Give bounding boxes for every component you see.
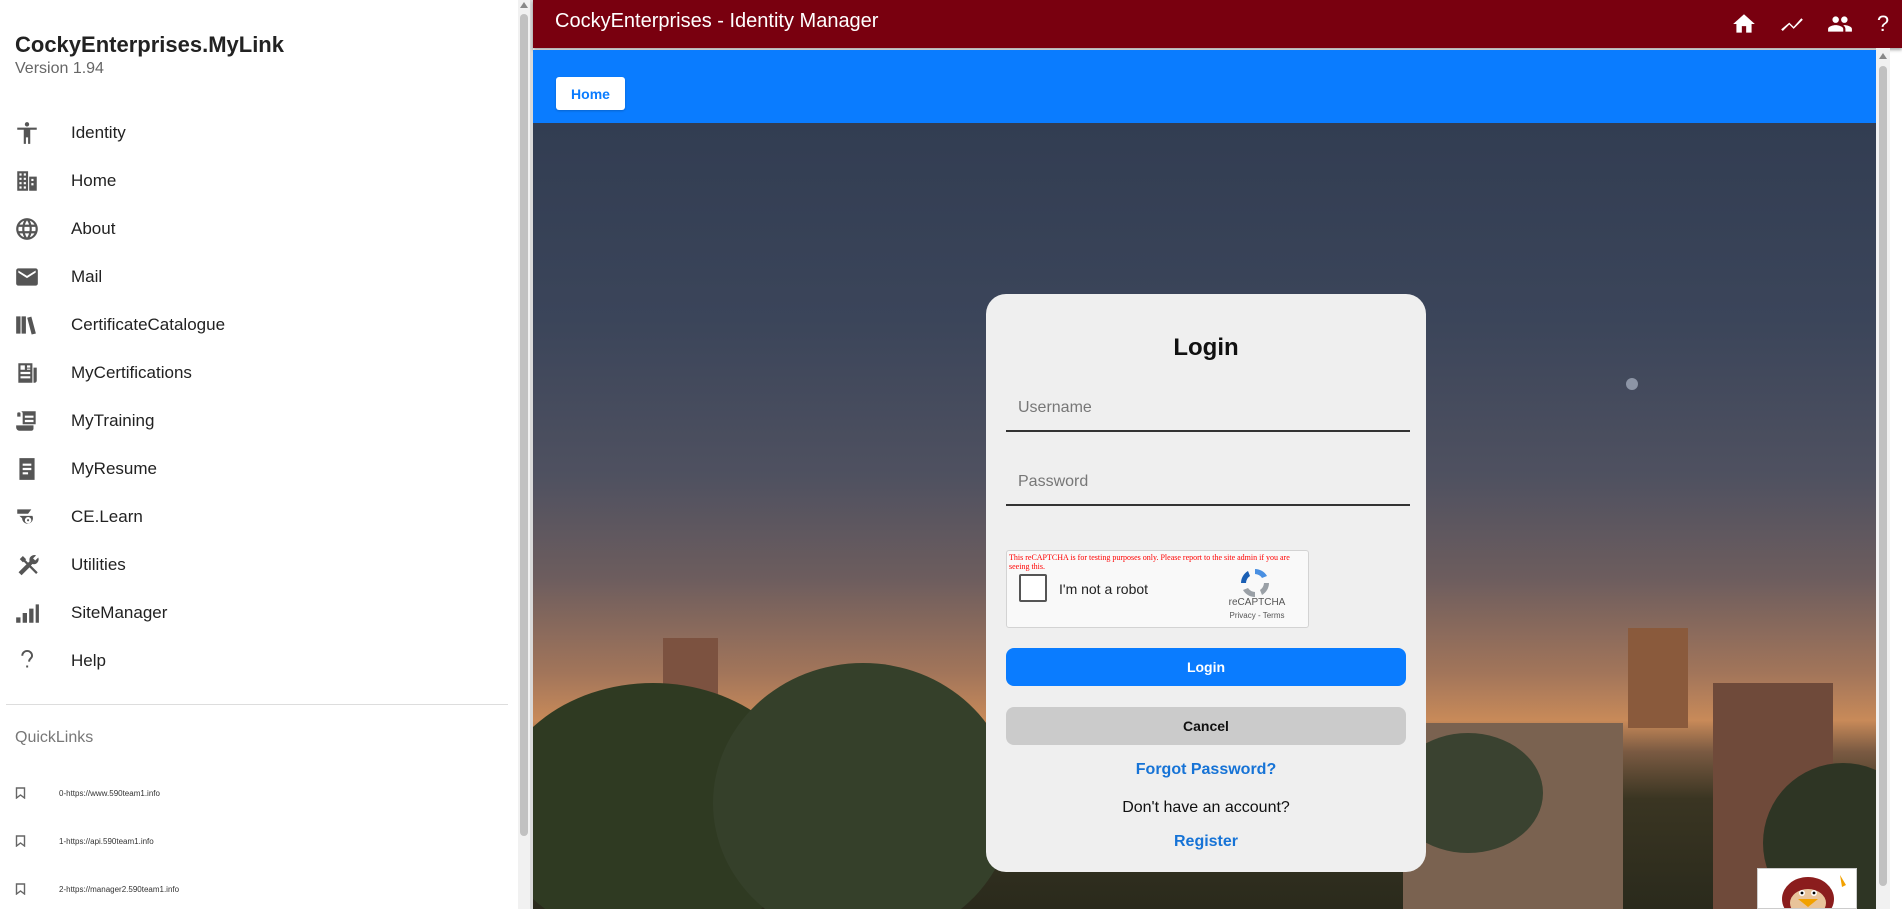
quicklink-item[interactable]: 2-https://manager2.590team1.info — [0, 865, 518, 909]
recaptcha-brand: reCAPTCHA — [1228, 597, 1286, 608]
recaptcha-label: I'm not a robot — [1059, 581, 1149, 597]
scroll-icon — [0, 408, 71, 434]
no-account-text: Don't have an account? — [1122, 799, 1290, 816]
sidebar-item-home[interactable]: Home — [0, 157, 518, 205]
globe-icon — [0, 216, 71, 242]
sidebar-item-myresume[interactable]: MyResume — [0, 445, 518, 493]
brand-title: CockyEnterprises.MyLink — [15, 32, 284, 57]
username-field — [1006, 386, 1410, 432]
app-header: CockyEnterprises - Identity Manager ? — [533, 0, 1902, 48]
sidebar-item-sitemanager[interactable]: SiteManager — [0, 589, 518, 637]
recaptcha-widget: This reCAPTCHA is for testing purposes o… — [1006, 550, 1309, 628]
sidebar-item-utilities[interactable]: Utilities — [0, 541, 518, 589]
home-icon[interactable] — [1720, 0, 1768, 48]
scrollbar-thumb[interactable] — [520, 14, 528, 836]
app-title: CockyEnterprises - Identity Manager — [555, 10, 879, 32]
scroll-up-arrow[interactable] — [520, 2, 528, 8]
bookmark-icon — [0, 883, 59, 895]
learn-icon — [0, 504, 71, 530]
login-card: Login This reCAPTCHA is for testing purp… — [986, 294, 1426, 872]
quicklinks-list: 0-https://www.590team1.info 1-https://ap… — [0, 769, 518, 909]
sidebar-item-label: MyTraining — [71, 411, 155, 430]
building-icon — [0, 168, 71, 194]
username-input[interactable] — [1006, 386, 1410, 430]
scroll-up-arrow[interactable] — [1879, 53, 1887, 59]
sidebar-item-help[interactable]: Help — [0, 637, 518, 685]
header-actions: ? — [1720, 0, 1902, 48]
quicklinks-title: QuickLinks — [15, 729, 94, 746]
building — [1628, 628, 1688, 728]
sidebar-item-mail[interactable]: Mail — [0, 253, 518, 301]
people-icon[interactable] — [1816, 0, 1864, 48]
sidebar-item-label: Utilities — [71, 555, 126, 574]
sidebar-item-about[interactable]: About — [0, 205, 518, 253]
nav-band: Home — [533, 50, 1876, 123]
password-field — [1006, 460, 1410, 506]
sidebar-item-label: Mail — [71, 267, 103, 286]
quicklink-item[interactable]: 1-https://api.590team1.info — [0, 817, 518, 865]
mail-icon — [0, 264, 71, 290]
bookmark-icon — [0, 787, 59, 799]
recaptcha-links[interactable]: Privacy - Terms — [1207, 611, 1307, 620]
bookmark-icon — [0, 835, 59, 847]
forgot-password-link[interactable]: Forgot Password? — [986, 761, 1426, 779]
library-icon — [0, 312, 71, 338]
quicklink-label: 0-https://www.590team1.info — [59, 788, 160, 798]
main-scrollbar[interactable] — [1876, 48, 1890, 909]
sidebar-item-certificatecatalogue[interactable]: CertificateCatalogue — [0, 301, 518, 349]
sidebar-item-label: MyCertifications — [71, 363, 192, 382]
version-label: Version 1.94 — [15, 60, 104, 77]
accessibility-icon — [0, 120, 71, 146]
brand: CockyEnterprises.MyLink Version 1.94 — [15, 31, 284, 79]
sidebar-item-label: Home — [71, 171, 117, 190]
moon — [1626, 378, 1638, 390]
sidebar-item-label: MyResume — [71, 459, 157, 478]
sidebar-item-label: About — [71, 219, 116, 238]
bar-chart-icon — [0, 600, 71, 626]
quicklink-label: 1-https://api.590team1.info — [59, 836, 154, 846]
login-button[interactable]: Login — [1006, 648, 1406, 686]
trending-icon[interactable] — [1768, 0, 1816, 48]
quicklink-label: 2-https://manager2.590team1.info — [59, 884, 180, 894]
sidebar-nav: Identity Home About Mail CertificateCata… — [0, 109, 518, 685]
sidebar-item-mytraining[interactable]: MyTraining — [0, 397, 518, 445]
sidebar-item-celearn[interactable]: CE.Learn — [0, 493, 518, 541]
tools-icon — [0, 552, 71, 578]
password-input[interactable] — [1006, 460, 1410, 504]
recaptcha-checkbox[interactable] — [1019, 574, 1047, 602]
sidebar: CockyEnterprises.MyLink Version 1.94 Ide… — [0, 0, 518, 909]
newspaper-icon — [0, 360, 71, 386]
sidebar-item-label: SiteManager — [71, 603, 168, 622]
sidebar-item-identity[interactable]: Identity — [0, 109, 518, 157]
sidebar-item-label: Help — [71, 651, 106, 670]
tree — [713, 663, 1013, 909]
document-icon — [0, 456, 71, 482]
sidebar-item-mycertifications[interactable]: MyCertifications — [0, 349, 518, 397]
register-link[interactable]: Register — [986, 833, 1426, 851]
scrollbar-thumb[interactable] — [1879, 66, 1887, 886]
cancel-button[interactable]: Cancel — [1006, 707, 1406, 745]
help-icon[interactable]: ? — [1864, 0, 1902, 48]
sidebar-item-label: Identity — [71, 123, 126, 142]
quicklink-item[interactable]: 0-https://www.590team1.info — [0, 769, 518, 817]
mascot-image — [1757, 868, 1857, 909]
sidebar-item-label: CE.Learn — [71, 507, 143, 526]
sidebar-scrollbar[interactable] — [518, 0, 530, 909]
login-title: Login — [1173, 334, 1239, 361]
sidebar-divider — [6, 704, 508, 705]
home-button[interactable]: Home — [556, 77, 625, 110]
sidebar-item-label: CertificateCatalogue — [71, 315, 226, 334]
help-icon — [0, 648, 71, 674]
